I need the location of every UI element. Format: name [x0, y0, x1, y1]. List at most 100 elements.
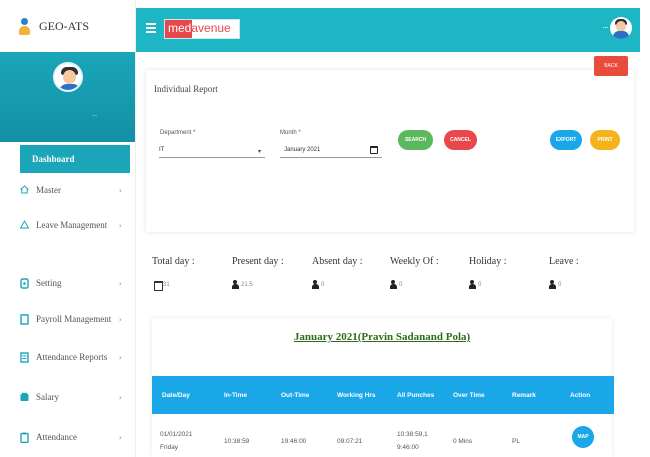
sidebar-item-label: Dashboard: [32, 154, 75, 164]
column-header: In-Time: [224, 392, 247, 399]
column-header: Date/Day: [162, 392, 190, 399]
month-value: January 2021: [284, 147, 321, 153]
stat-weekly-of-value: 0: [399, 281, 403, 288]
stat-absent-day-value: 0: [321, 281, 325, 288]
chevron-right-icon: ›: [118, 352, 122, 362]
stat-total-day: 31: [154, 280, 170, 291]
page-title: Individual Report: [154, 84, 218, 94]
sidebar-item-payroll-management[interactable]: Payroll Management ›: [20, 312, 130, 326]
chevron-right-icon: ›: [118, 314, 122, 324]
money-icon: [20, 392, 29, 403]
brand-name: GEO-ATS: [39, 18, 89, 33]
stat-present-day-value: 21.5: [241, 281, 253, 288]
stat-holiday: 0: [469, 280, 481, 289]
cell-day: Friday: [160, 444, 179, 451]
gear-icon: [20, 277, 29, 289]
top-bar: medavenue ...: [136, 8, 640, 52]
print-button[interactable]: PRINT: [590, 130, 620, 150]
person-icon: [232, 280, 239, 289]
warning-icon: [19, 219, 30, 231]
cancel-button[interactable]: CANCEL: [444, 130, 477, 150]
column-header: Over Time: [453, 392, 485, 399]
cell-out-time: 19:46:00: [281, 438, 307, 445]
sidebar-item-label: Master: [36, 185, 61, 195]
column-header: Out-Time: [281, 392, 310, 399]
profile-panel: ...: [0, 52, 135, 142]
sidebar-item-attendance-reports[interactable]: Attendance Reports ›: [20, 350, 130, 364]
logo-text-left: med: [168, 21, 192, 35]
stat-present-day: 21.5: [232, 280, 253, 289]
cell-punches: 10:38:59,1: [397, 431, 428, 438]
sidebar-item-label: Attendance: [36, 432, 77, 442]
brand[interactable]: GEO-ATS: [0, 0, 135, 52]
stat-holiday-label: Holiday :: [469, 256, 507, 267]
clipboard-icon: [20, 432, 29, 443]
report-icon: [20, 351, 29, 363]
stat-total-day-value: 31: [163, 281, 170, 288]
stat-leave: 0: [549, 280, 561, 289]
cell-punches-cont: 9:46:00: [397, 444, 419, 451]
department-select[interactable]: IT ▾: [159, 142, 265, 158]
cell-in-time: 10:38:59: [224, 438, 250, 445]
back-button[interactable]: BACK: [594, 56, 628, 76]
sidebar-item-salary[interactable]: Salary ›: [20, 390, 130, 404]
sidebar-item-label: Leave Management: [36, 220, 108, 230]
home-icon: [20, 184, 29, 196]
app-root: GEO-ATS ... Dashboard Master › Leave Man…: [0, 0, 650, 457]
export-button[interactable]: EXPORT: [550, 130, 582, 150]
cell-date: 01/01/2021: [160, 431, 193, 438]
sidebar-item-dashboard[interactable]: Dashboard: [20, 145, 130, 173]
sidebar-item-master[interactable]: Master ›: [20, 183, 130, 197]
document-icon: [20, 313, 29, 325]
department-label: Department *: [160, 130, 196, 136]
top-avatar[interactable]: [610, 17, 632, 39]
column-header: Working Hrs: [337, 392, 376, 399]
column-header: Action: [570, 392, 591, 399]
stat-holiday-value: 0: [478, 281, 482, 288]
calendar-icon[interactable]: [370, 146, 378, 154]
search-button[interactable]: SEARCH: [398, 130, 433, 150]
month-input[interactable]: January 2021: [280, 142, 382, 158]
sidebar-item-label: Salary: [36, 392, 59, 402]
cell-working-hrs: 09:07:21: [337, 438, 363, 445]
stat-absent-day: 0: [312, 280, 324, 289]
sidebar-item-attendance[interactable]: Attendance ›: [20, 430, 130, 444]
stat-leave-value: 0: [558, 281, 562, 288]
chevron-right-icon: ›: [118, 392, 122, 402]
person-icon: [549, 280, 556, 289]
sidebar-item-setting[interactable]: Setting ›: [20, 276, 130, 290]
map-button[interactable]: MAP: [572, 426, 594, 448]
person-icon: [312, 280, 319, 289]
sidebar-item-leave-management[interactable]: Leave Management ›: [19, 218, 130, 232]
calendar-icon: [154, 280, 163, 291]
avatar[interactable]: [52, 62, 83, 92]
menu-icon[interactable]: [146, 23, 156, 33]
cell-over-time: 0 Mins: [453, 438, 473, 445]
column-header: All Punches: [397, 392, 435, 399]
cell-remark: PL: [512, 438, 520, 445]
column-header: Remark: [512, 392, 536, 399]
stat-weekly-of-label: Weekly Of :: [390, 256, 439, 267]
top-user-name[interactable]: ...: [603, 24, 608, 30]
sidebar-item-label: Setting: [36, 278, 62, 288]
sidebar-item-label: Payroll Management: [36, 314, 112, 324]
department-value: IT: [159, 147, 165, 153]
stat-total-day-label: Total day :: [152, 256, 195, 267]
table-header: [152, 376, 614, 414]
stat-weekly-of: 0: [390, 280, 402, 289]
sidebar-item-label: Attendance Reports: [36, 352, 108, 362]
stat-present-day-label: Present day :: [232, 256, 284, 267]
person-icon: [469, 280, 476, 289]
caret-down-icon: ▾: [257, 149, 261, 155]
stat-absent-day-label: Absent day :: [312, 256, 363, 267]
report-title: January 2021(Pravin Sadanand Pola): [293, 331, 471, 343]
person-icon: [390, 280, 397, 289]
profile-username[interactable]: ...: [92, 112, 97, 118]
chevron-right-icon: ›: [118, 220, 122, 230]
chevron-right-icon: ›: [118, 278, 122, 288]
brand-logo-icon: [18, 17, 31, 35]
logo-text-right: avenue: [191, 21, 231, 35]
stat-leave-label: Leave :: [549, 256, 579, 267]
month-label: Month *: [280, 130, 301, 136]
chevron-right-icon: ›: [118, 432, 122, 442]
